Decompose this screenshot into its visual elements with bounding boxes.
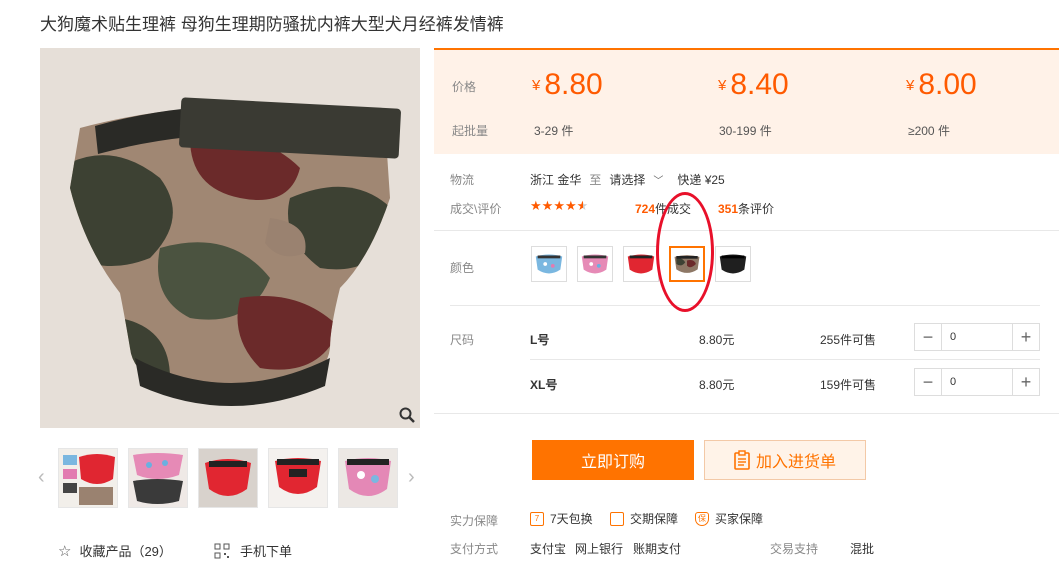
main-product-image[interactable] xyxy=(40,48,420,428)
payment-method: 网上银行 xyxy=(575,542,624,556)
thumbnail-item[interactable] xyxy=(58,448,118,508)
star-icon: ★ xyxy=(553,198,565,213)
clipboard-icon xyxy=(734,450,750,470)
size-label: 尺码 xyxy=(450,333,475,347)
plus-button[interactable]: + xyxy=(1013,324,1039,350)
minus-button[interactable]: − xyxy=(915,324,941,350)
star-outline-icon: ☆ xyxy=(58,542,72,560)
tier-price: ¥8.80 xyxy=(532,68,603,101)
size-price: 8.80元 xyxy=(699,378,735,392)
thumbnail-item[interactable] xyxy=(198,448,258,508)
color-swatch-red[interactable] xyxy=(623,246,659,282)
zoom-icon[interactable] xyxy=(398,406,416,424)
size-stock: 159件可售 xyxy=(820,378,877,392)
star-rating: ★ ★ ★ ★ ★ xyxy=(530,198,588,214)
size-stock: 255件可售 xyxy=(820,333,877,347)
chevron-left-icon[interactable]: ‹ xyxy=(38,466,45,489)
quantity-stepper: − 0 + xyxy=(914,323,1040,351)
tier-range: ≥200 件 xyxy=(908,124,950,138)
tier-range: 30-199 件 xyxy=(719,124,772,138)
moq-label: 起批量 xyxy=(452,124,489,138)
product-title: 大狗魔术贴生理裤 母狗生理期防骚扰内裤大型犬月经裤发情裤 xyxy=(40,15,504,34)
tier-price: ¥8.00 xyxy=(906,68,977,101)
quantity-input[interactable]: 0 xyxy=(941,369,1013,395)
thumbnail-strip: ‹ › xyxy=(38,448,420,510)
logistics-label: 物流 xyxy=(450,173,475,187)
order-now-button[interactable]: 立即订购 xyxy=(532,440,694,480)
minus-button[interactable]: − xyxy=(915,369,941,395)
delivery-guarantee-icon xyxy=(610,511,624,526)
price-label: 价格 xyxy=(452,80,477,94)
star-icon: ★ xyxy=(530,198,542,213)
express-fee: 快递 ¥25 xyxy=(677,173,725,187)
plus-button[interactable]: + xyxy=(1013,369,1039,395)
rating-label: 成交\评价 xyxy=(450,202,502,216)
reviews-count[interactable]: 351条评价 xyxy=(718,200,774,217)
payment-method: 支付宝 xyxy=(530,542,567,556)
thumbnail-item[interactable] xyxy=(338,448,398,508)
add-to-cart-button[interactable]: 加入进货单 xyxy=(704,440,866,480)
guarantee-item[interactable]: 保 买家保障 xyxy=(695,510,763,527)
quantity-stepper: − 0 + xyxy=(914,368,1040,396)
highlight-annotation-circle xyxy=(656,192,714,312)
size-name: L号 xyxy=(530,333,550,347)
qrcode-icon xyxy=(214,543,230,558)
star-half-icon: ★ xyxy=(576,198,589,213)
divider xyxy=(530,359,1040,360)
divider xyxy=(450,305,1040,306)
mobile-order[interactable]: 手机下单 xyxy=(214,541,292,560)
color-swatch-black[interactable] xyxy=(715,246,751,282)
size-name: XL号 xyxy=(530,378,558,392)
product-illustration xyxy=(40,48,420,428)
chevron-down-icon: ﹀ xyxy=(653,176,664,187)
divider xyxy=(434,230,1059,231)
chevron-right-icon[interactable]: › xyxy=(408,466,415,489)
color-swatch-blue[interactable] xyxy=(531,246,567,282)
color-swatch-pink[interactable] xyxy=(577,246,613,282)
guarantee-item[interactable]: 交期保障 xyxy=(610,510,678,527)
logistics-to-word: 至 xyxy=(589,173,602,187)
payment-method: 账期支付 xyxy=(633,542,682,556)
payment-label: 支付方式 xyxy=(450,542,499,556)
trade-support-label: 交易支持 xyxy=(770,542,819,556)
star-icon: ★ xyxy=(564,198,577,213)
quantity-input[interactable]: 0 xyxy=(941,324,1013,350)
tier-price: ¥8.40 xyxy=(718,68,789,101)
trade-support-value: 混批 xyxy=(850,542,875,556)
thumbnail-item[interactable] xyxy=(128,448,188,508)
thumbnail-item[interactable] xyxy=(268,448,328,508)
color-label: 颜色 xyxy=(450,261,475,275)
star-icon: ★ xyxy=(541,198,554,213)
exchange-7day-icon: 7 xyxy=(530,511,544,526)
logistics-row: 浙江 金华 至 请选择 ﹀ 快递 ¥25 xyxy=(530,171,725,188)
tier-range: 3-29 件 xyxy=(534,124,574,138)
buyer-protection-icon: 保 xyxy=(695,511,709,526)
divider xyxy=(434,413,1059,414)
logistics-from: 浙江 金华 xyxy=(530,173,582,187)
size-price: 8.80元 xyxy=(699,333,735,347)
price-table: 价格 起批量 ¥8.80 3-29 件 ¥8.40 30-199 件 ¥8.00… xyxy=(434,48,1059,154)
guarantee-item[interactable]: 7 7天包换 xyxy=(530,510,593,527)
guarantee-label: 实力保障 xyxy=(450,514,499,528)
favorite-product[interactable]: ☆ 收藏产品（29） xyxy=(58,541,172,560)
destination-select[interactable]: 请选择 ﹀ xyxy=(609,171,663,188)
